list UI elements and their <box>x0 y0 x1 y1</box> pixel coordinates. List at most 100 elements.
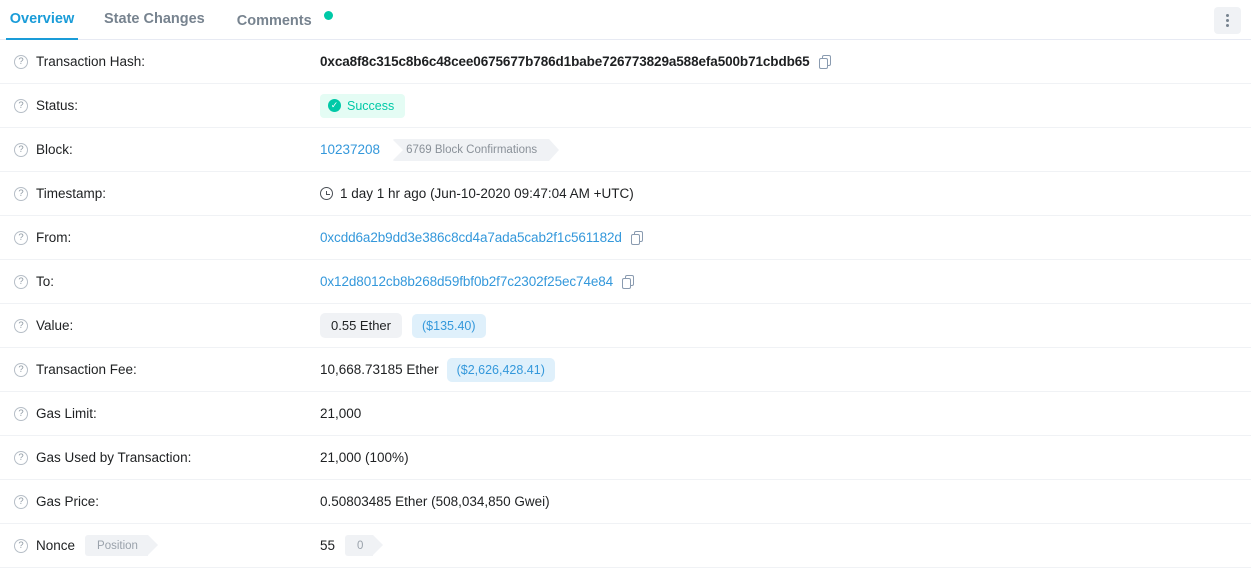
gas-limit-value: 21,000 <box>320 406 362 421</box>
block-number-link[interactable]: 10237208 <box>320 142 380 157</box>
value-gas-used: 21,000 (100%) <box>320 450 1237 465</box>
value-gas-limit: 21,000 <box>320 406 1237 421</box>
label-transaction-hash: ? Transaction Hash: <box>14 54 320 69</box>
transaction-overview-list: ? Transaction Hash: 0xca8f8c315c8b6c48ce… <box>0 40 1251 568</box>
value-transaction-hash: 0xca8f8c315c8b6c48cee0675677b786d1babe72… <box>320 54 1237 69</box>
label-transaction-hash-text: Transaction Hash: <box>36 54 146 69</box>
label-value: ? Value: <box>14 318 320 333</box>
help-icon[interactable]: ? <box>14 538 28 553</box>
label-block-text: Block: <box>36 142 73 157</box>
copy-icon-front <box>630 233 640 245</box>
label-status: ? Status: <box>14 98 320 113</box>
kebab-menu-icon[interactable] <box>1214 7 1241 34</box>
kebab-dot <box>1226 14 1229 17</box>
row-block: ? Block: 10237208 6769 Block Confirmatio… <box>0 128 1251 172</box>
tab-comments[interactable]: Comments <box>237 0 333 41</box>
label-to: ? To: <box>14 274 320 289</box>
nonce-position-tag: Position <box>85 535 158 556</box>
timestamp-value: 1 day 1 hr ago (Jun-10-2020 09:47:04 AM … <box>340 186 634 201</box>
tab-state-changes[interactable]: State Changes <box>104 0 205 39</box>
row-value: ? Value: 0.55 Ether ($135.40) <box>0 304 1251 348</box>
copy-icon[interactable] <box>622 274 635 289</box>
value-ether-badge: 0.55 Ether <box>320 313 402 338</box>
value-gas-price: 0.50803485 Ether (508,034,850 Gwei) <box>320 494 1237 509</box>
help-icon[interactable]: ? <box>14 186 28 201</box>
help-icon[interactable]: ? <box>14 54 28 69</box>
status-badge-label: Success <box>347 98 395 113</box>
help-icon[interactable]: ? <box>14 230 28 245</box>
label-gas-price-text: Gas Price: <box>36 494 100 509</box>
tab-bar: Overview State Changes Comments <box>0 0 1251 40</box>
nonce-position-value-text: 0 <box>357 539 364 552</box>
to-address-link[interactable]: 0x12d8012cb8b268d59fbf0b2f7c2302f25ec74e… <box>320 274 613 289</box>
row-timestamp: ? Timestamp: 1 day 1 hr ago (Jun-10-2020… <box>0 172 1251 216</box>
tab-overview-label: Overview <box>9 11 75 27</box>
row-transaction-hash: ? Transaction Hash: 0xca8f8c315c8b6c48ce… <box>0 40 1251 84</box>
copy-icon-front <box>622 277 632 289</box>
label-nonce-text: Nonce <box>36 538 76 553</box>
from-address-link[interactable]: 0xcdd6a2b9dd3e386c8cd4a7ada5cab2f1c56118… <box>320 230 622 245</box>
row-status: ? Status: ✓ Success <box>0 84 1251 128</box>
label-from: ? From: <box>14 230 320 245</box>
clock-icon <box>320 187 333 200</box>
value-transaction-fee: 10,668.73185 Ether ($2,626,428.41) <box>320 357 1237 382</box>
tab-comments-label: Comments <box>236 13 312 29</box>
label-nonce: ? Nonce Position <box>14 535 320 556</box>
value-status: ✓ Success <box>320 93 1237 118</box>
help-icon[interactable]: ? <box>14 142 28 157</box>
label-to-text: To: <box>36 274 55 289</box>
help-icon[interactable]: ? <box>14 494 28 509</box>
value-block: 10237208 6769 Block Confirmations <box>320 138 1237 161</box>
value-usd-badge: ($135.40) <box>412 313 486 338</box>
label-timestamp: ? Timestamp: <box>14 186 320 201</box>
row-transaction-fee: ? Transaction Fee: 10,668.73185 Ether ($… <box>0 348 1251 392</box>
help-icon[interactable]: ? <box>14 274 28 289</box>
value-timestamp: 1 day 1 hr ago (Jun-10-2020 09:47:04 AM … <box>320 186 1237 201</box>
label-transaction-fee: ? Transaction Fee: <box>14 362 320 377</box>
transaction-hash-value: 0xca8f8c315c8b6c48cee0675677b786d1babe72… <box>320 54 810 69</box>
nonce-value: 55 <box>320 538 336 553</box>
label-transaction-fee-text: Transaction Fee: <box>36 362 137 377</box>
help-icon[interactable]: ? <box>14 450 28 465</box>
label-status-text: Status: <box>36 98 79 113</box>
kebab-dot <box>1226 19 1229 22</box>
copy-icon[interactable] <box>818 54 832 69</box>
check-circle-icon: ✓ <box>328 99 341 112</box>
gas-used-value: 21,000 (100%) <box>320 450 409 465</box>
transaction-fee-usd-badge: ($2,626,428.41) <box>446 357 555 382</box>
kebab-dot <box>1226 24 1229 27</box>
row-from: ? From: 0xcdd6a2b9dd3e386c8cd4a7ada5cab2… <box>0 216 1251 260</box>
block-confirmations-text: 6769 Block Confirmations <box>406 143 538 156</box>
comments-notification-dot <box>323 11 333 20</box>
label-gas-price: ? Gas Price: <box>14 494 320 509</box>
gas-price-value: 0.50803485 Ether (508,034,850 Gwei) <box>320 494 550 509</box>
block-confirmations-tag: 6769 Block Confirmations <box>392 138 560 161</box>
help-icon[interactable]: ? <box>14 318 28 333</box>
label-timestamp-text: Timestamp: <box>36 186 107 201</box>
help-icon[interactable]: ? <box>14 406 28 421</box>
value-from: 0xcdd6a2b9dd3e386c8cd4a7ada5cab2f1c56118… <box>320 230 1237 245</box>
row-gas-price: ? Gas Price: 0.50803485 Ether (508,034,8… <box>0 480 1251 524</box>
transaction-fee-ether: 10,668.73185 Ether <box>320 362 439 377</box>
row-gas-limit: ? Gas Limit: 21,000 <box>0 392 1251 436</box>
nonce-position-value-tag: 0 <box>345 535 384 556</box>
copy-icon[interactable] <box>630 230 644 245</box>
label-from-text: From: <box>36 230 72 245</box>
value-nonce: 55 0 <box>320 535 1237 556</box>
help-icon[interactable]: ? <box>14 98 28 113</box>
value-value: 0.55 Ether ($135.40) <box>320 313 1237 338</box>
copy-icon-front <box>818 57 828 69</box>
status-badge: ✓ Success <box>320 93 406 118</box>
nonce-position-tag-text: Position <box>97 539 138 552</box>
label-gas-used-text: Gas Used by Transaction: <box>36 450 192 465</box>
row-nonce: ? Nonce Position 55 0 <box>0 524 1251 568</box>
label-gas-limit: ? Gas Limit: <box>14 406 320 421</box>
value-to: 0x12d8012cb8b268d59fbf0b2f7c2302f25ec74e… <box>320 274 1237 289</box>
label-block: ? Block: <box>14 142 320 157</box>
label-value-text: Value: <box>36 318 74 333</box>
help-icon[interactable]: ? <box>14 362 28 377</box>
row-to: ? To: 0x12d8012cb8b268d59fbf0b2f7c2302f2… <box>0 260 1251 304</box>
tab-overview[interactable]: Overview <box>6 0 78 40</box>
row-gas-used: ? Gas Used by Transaction: 21,000 (100%) <box>0 436 1251 480</box>
label-gas-limit-text: Gas Limit: <box>36 406 97 421</box>
